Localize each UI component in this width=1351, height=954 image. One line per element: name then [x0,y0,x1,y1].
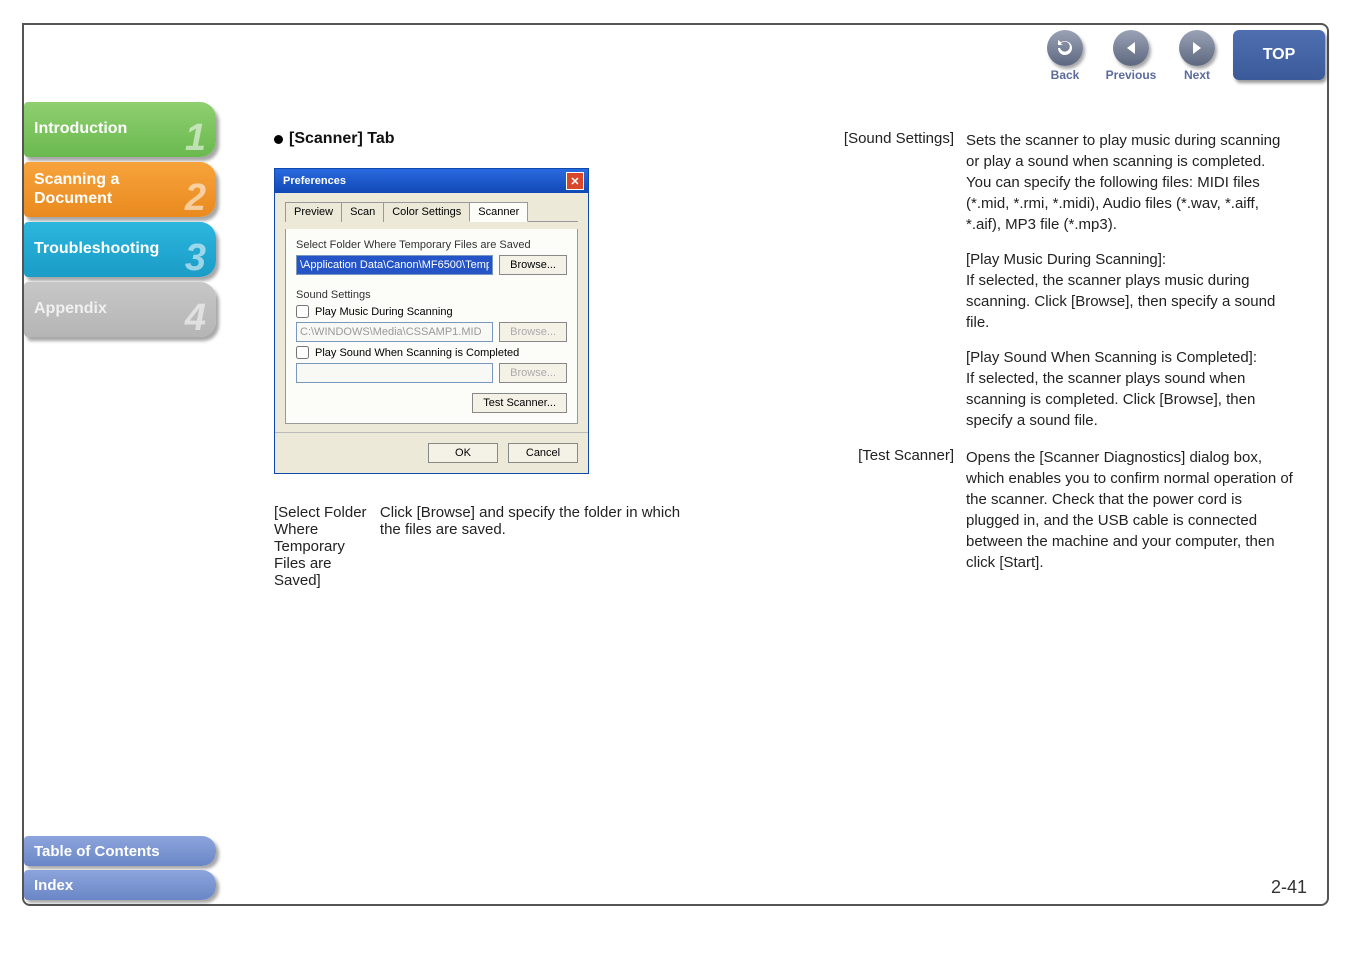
sound-settings-label: Sound Settings [296,289,371,301]
browse-folder-button[interactable]: Browse... [499,255,567,275]
sidebar-item-number: 2 [185,177,206,221]
sidebar: Introduction 1 Scanning a Document 2 Tro… [24,102,224,337]
music-path-input[interactable] [296,322,493,342]
definition-term: [Test Scanner] [834,447,954,573]
complete-path-input[interactable] [296,363,493,383]
definition-desc-text: Sets the scanner to play music during sc… [966,132,1280,233]
sidebar-item-scanning[interactable]: Scanning a Document 2 [24,162,216,217]
next-icon [1179,30,1215,66]
sub-desc: If selected, the scanner plays sound whe… [966,370,1255,429]
definition-term: [Sound Settings] [834,130,954,431]
dialog-tabs: Preview Scan Color Settings Scanner [285,201,578,222]
sidebar-item-number: 4 [185,297,206,341]
back-label: Back [1051,68,1080,82]
sub-title: [Play Sound When Scanning is Completed]: [966,349,1257,366]
right-column: [Sound Settings] Sets the scanner to pla… [834,130,1294,589]
cancel-button[interactable]: Cancel [508,443,578,463]
previous-icon [1113,30,1149,66]
definition-sound-settings: [Sound Settings] Sets the scanner to pla… [834,130,1294,431]
dialog-panel: Select Folder Where Temporary Files are … [285,229,578,424]
main-content: [Scanner] Tab Preferences ✕ Preview Scan… [274,130,1294,589]
topbar: Back Previous Next TOP [999,25,1329,95]
sub-play-complete: [Play Sound When Scanning is Completed]:… [966,347,1294,431]
bullet-icon [274,135,283,144]
sidebar-item-troubleshooting[interactable]: Troubleshooting 3 [24,222,216,277]
definition-test-scanner: [Test Scanner] Opens the [Scanner Diagno… [834,447,1294,573]
sub-desc: If selected, the scanner plays music dur… [966,272,1275,331]
back-icon [1047,30,1083,66]
sub-play-music: [Play Music During Scanning]: If selecte… [966,249,1294,333]
page-number: 2-41 [1271,877,1307,898]
definition-desc: Opens the [Scanner Diagnostics] dialog b… [966,447,1294,573]
sidebar-item-label: Troubleshooting [34,240,159,258]
section-title-text: [Scanner] Tab [289,130,395,148]
next-button[interactable]: Next [1167,30,1227,82]
sidebar-item-number: 1 [185,117,206,161]
toc-button[interactable]: Table of Contents [24,836,216,866]
dialog-title: Preferences [283,175,346,187]
select-folder-label: Select Folder Where Temporary Files are … [296,239,531,251]
next-label: Next [1184,68,1210,82]
ok-button[interactable]: OK [428,443,498,463]
previous-button[interactable]: Previous [1101,30,1161,82]
browse-music-button[interactable]: Browse... [499,322,567,342]
play-music-label: Play Music During Scanning [315,306,453,318]
play-complete-checkbox[interactable] [296,346,309,359]
tab-scan[interactable]: Scan [341,202,384,222]
dialog-body: Preview Scan Color Settings Scanner Sele… [275,193,588,432]
folder-path-input[interactable] [296,255,493,275]
dialog-titlebar: Preferences ✕ [275,169,588,193]
tab-scanner[interactable]: Scanner [469,202,528,222]
definition-term: [Select Folder Where Temporary Files are… [274,504,372,589]
sub-title: [Play Music During Scanning]: [966,251,1166,268]
tab-preview[interactable]: Preview [285,202,342,222]
sidebar-item-number: 3 [185,237,206,281]
tab-color-settings[interactable]: Color Settings [383,202,470,222]
back-button[interactable]: Back [1035,30,1095,82]
play-music-checkbox[interactable] [296,305,309,318]
sidebar-item-label: Scanning a Document [34,171,119,208]
sidebar-item-appendix[interactable]: Appendix 4 [24,282,216,337]
browse-complete-button[interactable]: Browse... [499,363,567,383]
preferences-dialog: Preferences ✕ Preview Scan Color Setting… [274,168,589,474]
definition-select-folder: [Select Folder Where Temporary Files are… [274,504,704,589]
top-button[interactable]: TOP [1233,30,1325,80]
sidebar-bottom: Table of Contents Index [24,836,224,904]
sidebar-item-introduction[interactable]: Introduction 1 [24,102,216,157]
index-button[interactable]: Index [24,870,216,900]
sidebar-item-label: Appendix [34,300,107,318]
test-scanner-button[interactable]: Test Scanner... [472,393,567,413]
play-complete-label: Play Sound When Scanning is Completed [315,347,519,359]
sidebar-item-label: Introduction [34,120,127,138]
previous-label: Previous [1106,68,1157,82]
definition-desc: Sets the scanner to play music during sc… [966,130,1294,431]
dialog-footer: OK Cancel [275,432,588,473]
definition-desc: Click [Browse] and specify the folder in… [380,504,704,589]
close-icon[interactable]: ✕ [566,172,584,190]
page-frame: Back Previous Next TOP Introduction 1 Sc… [22,23,1329,906]
